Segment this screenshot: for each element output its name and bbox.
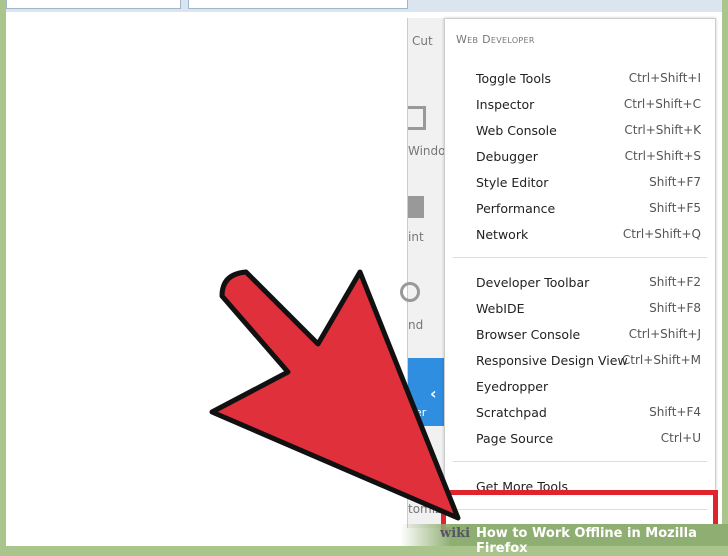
caption-title: How to Work Offline in Mozilla Firefox [476, 526, 697, 556]
wikihow-logo: wiki [440, 526, 471, 541]
arrow-shape [209, 269, 461, 521]
pointer-arrow [209, 269, 461, 521]
